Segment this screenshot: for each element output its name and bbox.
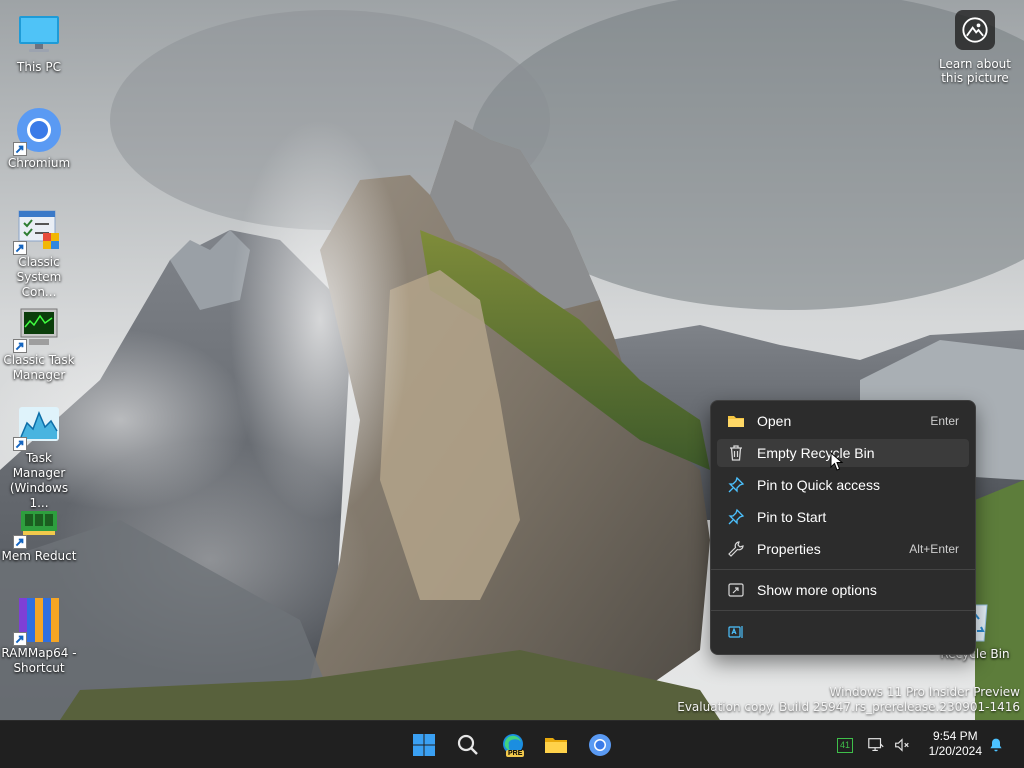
menu-item-shortcut: Enter [930, 414, 959, 428]
mouse-cursor-icon [830, 452, 844, 471]
menu-item-shortcut: Alt+Enter [909, 542, 959, 556]
pin-icon [727, 508, 745, 526]
menu-item-properties[interactable]: Properties Alt+Enter [717, 535, 969, 563]
menu-item-open[interactable]: Open Enter [717, 407, 969, 435]
tray-app-badge[interactable]: 41 [835, 735, 855, 755]
start-button[interactable] [408, 729, 440, 761]
desktop-icon-label: Chromium [7, 156, 71, 170]
shortcut-arrow-icon [13, 339, 27, 353]
shortcut-arrow-icon [13, 142, 27, 156]
context-menu: Open Enter Empty Recycle Bin Pin to Quic… [710, 400, 976, 655]
shortcut-arrow-icon [13, 632, 27, 646]
desktop-icon-chromium[interactable]: Chromium [0, 106, 78, 171]
menu-action-rename[interactable] [717, 618, 751, 646]
rammap-icon [13, 596, 63, 646]
search-icon [457, 734, 478, 755]
memory-chip-icon [13, 499, 63, 549]
edge-preview-button[interactable]: PRE [497, 729, 529, 761]
file-explorer-icon [545, 738, 567, 753]
start-icon [413, 734, 435, 756]
desktop-icon-rammap[interactable]: RAMMap64 - Shortcut [0, 596, 78, 676]
file-explorer-button[interactable] [540, 729, 572, 761]
menu-item-label: Show more options [757, 582, 877, 598]
monitor-icon [15, 10, 63, 58]
chromium-taskbar-button[interactable] [584, 729, 616, 761]
volume-muted-icon[interactable] [892, 735, 912, 755]
menu-item-pin-start[interactable]: Pin to Start [717, 503, 969, 531]
menu-item-pin-quick-access[interactable]: Pin to Quick access [717, 471, 969, 499]
clock-time: 9:54 PM [932, 729, 978, 743]
menu-item-label: Empty Recycle Bin [757, 445, 875, 461]
desktop-icon-label: RAMMap64 - Shortcut [1, 646, 77, 675]
menu-item-label: Properties [757, 541, 821, 557]
task-manager-chart-icon [13, 401, 63, 451]
chromium-icon [589, 734, 611, 756]
share-icon [727, 581, 745, 599]
control-panel-icon [13, 205, 63, 255]
taskbar: PRE 41 9:54 PM 1/20/2024 [0, 720, 1024, 768]
search-button[interactable] [452, 729, 484, 761]
desktop-icon-label: Classic System Con... [16, 255, 62, 299]
menu-item-show-more-options[interactable]: Show more options [717, 576, 969, 604]
desktop-icon-label: Classic Task Manager [3, 353, 75, 382]
rename-icon [727, 623, 745, 641]
network-icon[interactable] [866, 735, 886, 755]
desktop-icon-label: This PC [17, 60, 61, 74]
tray-badge-number: 41 [836, 737, 853, 753]
desktop-icon-mem-reduct[interactable]: Mem Reduct [0, 499, 78, 564]
desktop-icon-classic-task-manager[interactable]: Classic Task Manager [0, 303, 78, 383]
edge-pre-badge: PRE [506, 750, 525, 757]
shortcut-arrow-icon [13, 535, 27, 549]
clock[interactable]: 9:54 PM 1/20/2024 [929, 729, 982, 759]
wrench-icon [727, 540, 745, 558]
trash-icon [727, 444, 745, 462]
pin-icon [727, 476, 745, 494]
watermark-build: Evaluation copy. Build 25947.rs_prerelea… [677, 700, 1020, 714]
menu-item-label: Pin to Start [757, 509, 827, 525]
watermark-edition: Windows 11 Pro Insider Preview [829, 685, 1020, 699]
menu-item-label: Pin to Quick access [757, 477, 880, 493]
notification-bell-icon[interactable] [986, 735, 1006, 755]
menu-separator [711, 569, 975, 570]
desktop-icon-label: Mem Reduct [1, 549, 77, 563]
shortcut-arrow-icon [13, 241, 27, 255]
desktop-icon-task-manager-windows[interactable]: Task Manager (Windows 1... [0, 401, 78, 511]
desktop-icon-classic-system-config[interactable]: Classic System Con... [0, 205, 78, 300]
task-manager-icon [13, 303, 63, 353]
learn-about-picture-button[interactable]: Learn about this picture [938, 10, 1012, 85]
camera-icon [955, 10, 995, 50]
build-watermark: Windows 11 Pro Insider Preview Evaluatio… [677, 685, 1020, 715]
menu-separator [711, 610, 975, 611]
desktop-icon-this-pc[interactable]: This PC [0, 10, 78, 75]
folder-icon [727, 412, 745, 430]
shortcut-arrow-icon [13, 437, 27, 451]
clock-date: 1/20/2024 [928, 744, 982, 758]
learn-about-picture-label: Learn about this picture [939, 57, 1011, 85]
chromium-icon [13, 106, 63, 156]
menu-item-label: Open [757, 413, 792, 429]
